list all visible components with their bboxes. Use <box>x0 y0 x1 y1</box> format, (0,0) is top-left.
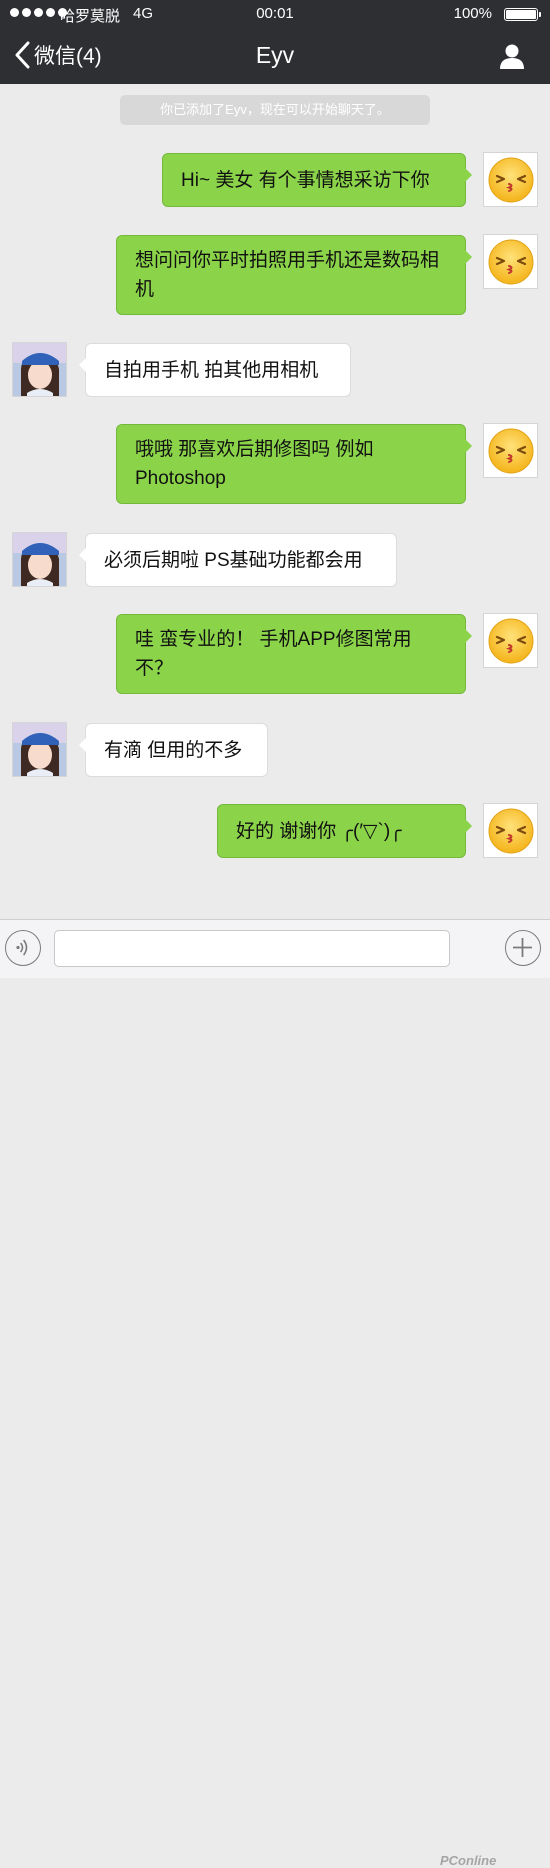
my-avatar[interactable] <box>483 234 538 289</box>
contact-photo <box>13 533 66 586</box>
message-bubble-outgoing[interactable]: 哦哦 那喜欢后期修图吗 例如Photoshop <box>116 424 472 504</box>
voice-input-icon <box>16 939 28 956</box>
contact-avatar[interactable] <box>12 342 67 397</box>
message-bubble-incoming[interactable]: 自拍用手机 拍其他用相机 <box>79 343 351 397</box>
contact-avatar[interactable] <box>12 722 67 777</box>
contact-avatar[interactable] <box>12 532 67 587</box>
my-avatar[interactable] <box>483 152 538 207</box>
my-avatar[interactable] <box>483 423 538 478</box>
message-input[interactable] <box>54 930 450 967</box>
contact-photo <box>13 343 66 396</box>
chat-title: Eyv <box>255 42 295 68</box>
kiss-emoji-icon <box>488 239 533 284</box>
message-bubble-incoming[interactable]: 必须后期啦 PS基础功能都会用 <box>79 533 397 587</box>
message-bubble-outgoing[interactable]: 好的 谢谢你 ╭(′▽`)╭ <box>217 804 472 858</box>
battery-percent: 100% <box>453 5 492 22</box>
kiss-emoji-icon <box>488 157 533 202</box>
kiss-emoji-icon <box>488 428 533 473</box>
user-profile-icon[interactable] <box>498 42 526 70</box>
message-bubble-incoming[interactable]: 有滴 但用的不多 <box>79 723 268 777</box>
message-bubble-outgoing[interactable]: 想问问你平时拍照用手机还是数码相机 <box>116 235 472 315</box>
status-bar: 哈罗莫脱 4G 00:01 100% <box>0 0 550 28</box>
my-avatar[interactable] <box>483 803 538 858</box>
top-bar: 哈罗莫脱 4G 00:01 100% 微信(4) Eyv <box>0 0 550 84</box>
contact-photo <box>13 723 66 776</box>
watermark: PConline <box>440 1853 497 1868</box>
message-bubble-outgoing[interactable]: Hi~ 美女 有个事情想采访下你 <box>162 153 472 207</box>
plus-icon <box>513 938 532 957</box>
system-notice: 你已添加了Eyv，现在可以开始聊天了。 <box>120 95 430 125</box>
voice-input-button[interactable] <box>5 930 41 966</box>
kiss-emoji-icon <box>488 808 533 853</box>
input-bar: PConline <box>0 919 550 1868</box>
message-bubble-outgoing[interactable]: 哇 蛮专业的！ 手机APP修图常用不？ <box>116 614 472 694</box>
kiss-emoji-icon <box>488 618 533 663</box>
more-options-button[interactable] <box>505 930 541 966</box>
battery-icon <box>504 8 541 21</box>
my-avatar[interactable] <box>483 613 538 668</box>
